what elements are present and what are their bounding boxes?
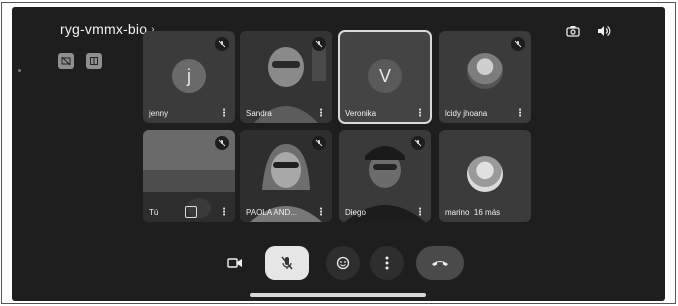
avatar: V [368, 59, 402, 93]
participant-name: marino 16 más [445, 208, 501, 217]
mic-toggle-button[interactable] [265, 246, 309, 280]
video-camera-icon[interactable] [218, 246, 252, 280]
home-indicator[interactable] [250, 293, 426, 297]
participant-name: PAOLA AND... [246, 208, 297, 217]
camera-switch-icon[interactable] [565, 23, 581, 39]
meeting-code: ryg-vmmx-bio [60, 21, 148, 37]
more-options-icon[interactable]: ⋮ [316, 109, 326, 119]
more-options-icon[interactable]: ⋮ [515, 109, 525, 119]
more-options-icon[interactable]: ⋮ [219, 109, 229, 119]
call-controls [12, 246, 665, 286]
avatar [467, 156, 503, 192]
overflow-count: 16 más [473, 208, 501, 217]
more-icon[interactable] [370, 246, 404, 280]
meeting-title[interactable]: ryg-vmmx-bio › [60, 21, 155, 37]
more-options-icon[interactable]: ⋮ [316, 208, 326, 218]
participant-name: Diego [345, 208, 366, 217]
avatar [467, 53, 503, 89]
mic-off-icon [281, 256, 293, 270]
indicator-dot [18, 69, 21, 72]
avatar: j [172, 59, 206, 93]
layout-icon[interactable] [86, 53, 102, 69]
emoji-icon[interactable] [326, 246, 360, 280]
captions-off-icon[interactable] [58, 53, 74, 69]
participant-tile-self[interactable]: Tú ⋮ [143, 130, 235, 222]
more-options-icon[interactable]: ⋮ [415, 208, 425, 218]
mic-off-icon [511, 37, 525, 51]
participant-tile-veronika[interactable]: V Veronika ⋮ [338, 30, 432, 124]
meeting-screen: ryg-vmmx-bio › j jenny ⋮ Sandra ⋮ V Vero… [12, 7, 665, 301]
hang-up-icon [432, 261, 448, 266]
participant-name: lcidy jhoana [445, 109, 488, 118]
more-options-icon[interactable]: ⋮ [415, 109, 425, 119]
participant-name: Tú [149, 208, 159, 217]
mic-off-icon [215, 37, 229, 51]
participant-tile-sandra[interactable]: Sandra ⋮ [240, 31, 332, 123]
framing-icon[interactable] [185, 206, 197, 218]
screenshot-frame: ryg-vmmx-bio › j jenny ⋮ Sandra ⋮ V Vero… [1, 2, 676, 304]
speaker-icon[interactable] [596, 23, 612, 39]
participant-tile-diego[interactable]: Diego ⋮ [339, 130, 431, 222]
participant-name: Veronika [345, 109, 377, 118]
mic-off-icon [312, 136, 326, 150]
overflow-tile[interactable]: marino 16 más [439, 130, 531, 222]
participant-name: jenny [149, 109, 169, 118]
more-options-icon[interactable]: ⋮ [219, 208, 229, 218]
participant-tile-lcidy-jhoana[interactable]: lcidy jhoana ⋮ [439, 31, 531, 123]
mic-off-icon [312, 37, 326, 51]
participant-tile-jenny[interactable]: j jenny ⋮ [143, 31, 235, 123]
hang-up-button[interactable] [416, 246, 464, 280]
mic-off-icon [411, 136, 425, 150]
participant-name: Sandra [246, 109, 272, 118]
mic-off-icon [215, 136, 229, 150]
participant-tile-paola[interactable]: PAOLA AND... ⋮ [240, 130, 332, 222]
